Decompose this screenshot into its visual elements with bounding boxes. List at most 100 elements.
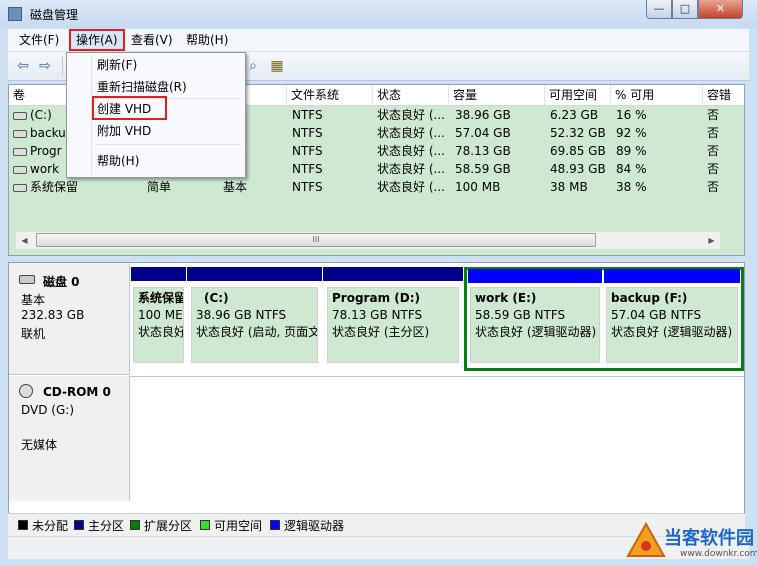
disk-type: 基本 bbox=[21, 293, 46, 307]
title-bar: 磁盘管理 — □ ✕ bbox=[0, 0, 757, 28]
brand-logo-icon bbox=[626, 521, 666, 558]
minimize-button[interactable]: — bbox=[646, 0, 672, 19]
partition-body: 系统保留 100 ME 状态良好 bbox=[133, 287, 184, 363]
menu-help[interactable]: 帮助(H) bbox=[181, 31, 233, 49]
legend-swatch-unallocated bbox=[18, 520, 28, 530]
volume-fs: NTFS bbox=[292, 108, 323, 122]
col-pct-free[interactable]: % 可用 bbox=[611, 85, 703, 105]
partition-title: work (E:) bbox=[475, 291, 537, 305]
volume-status: 状态良好 (... bbox=[377, 162, 445, 176]
partition-body: backup (F:) 57.04 GB NTFS 状态良好 (逻辑驱动器) bbox=[606, 287, 738, 363]
volume-fault: 否 bbox=[707, 144, 720, 158]
volume-fs: NTFS bbox=[292, 126, 323, 140]
partition-size: 57.04 GB NTFS bbox=[611, 308, 702, 322]
menu-view[interactable]: 查看(V) bbox=[126, 31, 178, 49]
volume-fault: 否 bbox=[707, 126, 720, 140]
horizontal-scrollbar[interactable]: ◀ III ▶ bbox=[16, 232, 720, 249]
brand-watermark: 当客软件园 bbox=[664, 528, 754, 549]
menu-item-rescan[interactable]: 重新扫描磁盘(R) bbox=[97, 77, 187, 97]
legend-label: 未分配 bbox=[32, 519, 69, 533]
disk-0-info[interactable]: 磁盘 0 基本 232.83 GB 联机 bbox=[9, 263, 130, 375]
partition-bar bbox=[187, 267, 322, 281]
cdrom-media: 无媒体 bbox=[21, 438, 58, 452]
volume-pct: 16 % bbox=[616, 108, 647, 122]
partition-status: 状态良好 (逻辑驱动器) bbox=[611, 325, 733, 339]
volume-fault: 否 bbox=[707, 162, 720, 176]
volume-icon bbox=[13, 129, 27, 138]
partition-status: 状态良好 (逻辑驱动器) bbox=[475, 325, 597, 339]
volume-free: 48.93 GB bbox=[550, 162, 606, 176]
legend-swatch-logical bbox=[270, 520, 280, 530]
partition-status: 状态良好 (主分区) bbox=[332, 325, 430, 339]
menu-item-refresh[interactable]: 刷新(F) bbox=[97, 55, 137, 75]
col-fault[interactable]: 容错 bbox=[703, 85, 744, 105]
forward-arrow-icon[interactable]: ⇨ bbox=[36, 58, 54, 74]
volume-icon bbox=[13, 183, 27, 192]
volume-pct: 38 % bbox=[616, 180, 647, 194]
magnifier-icon[interactable]: ⌕ bbox=[244, 58, 262, 74]
scroll-right-icon[interactable]: ▶ bbox=[703, 232, 720, 249]
cdrom-0-info[interactable]: CD-ROM 0 DVD (G:) 无媒体 bbox=[9, 376, 130, 501]
volume-capacity: 58.59 GB bbox=[455, 162, 511, 176]
menu-action[interactable]: 操作(A) bbox=[69, 29, 125, 51]
menu-file[interactable]: 文件(F) bbox=[14, 31, 64, 49]
disk-management-icon bbox=[8, 7, 22, 21]
brand-url: www.downkr.com bbox=[680, 549, 757, 559]
legend-label: 可用空间 bbox=[214, 519, 263, 533]
partition-size: 38.96 GB NTFS bbox=[196, 308, 287, 322]
volume-fs: NTFS bbox=[292, 144, 323, 158]
volume-fault: 否 bbox=[707, 108, 720, 122]
partition-status: 状态良好 bbox=[138, 325, 184, 339]
legend-label: 扩展分区 bbox=[144, 519, 193, 533]
volume-fault: 否 bbox=[707, 180, 720, 194]
partition-bar bbox=[323, 267, 463, 281]
partition-bar bbox=[604, 269, 740, 283]
partition-d[interactable]: Program (D:) 78.13 GB NTFS 状态良好 (主分区) bbox=[323, 267, 463, 367]
partition-title: 系统保留 bbox=[138, 291, 184, 305]
disk-name: 磁盘 0 bbox=[43, 275, 80, 289]
scroll-left-icon[interactable]: ◀ bbox=[16, 232, 33, 249]
volume-status: 状态良好 (... bbox=[377, 180, 445, 194]
properties-icon[interactable]: ▦ bbox=[268, 58, 286, 74]
disk-graphical-view: 磁盘 0 基本 232.83 GB 联机 系统保留 100 ME 状态良好 (C… bbox=[8, 262, 745, 542]
maximize-button[interactable]: □ bbox=[672, 0, 698, 19]
volume-icon bbox=[13, 147, 27, 156]
col-status[interactable]: 状态 bbox=[373, 85, 449, 105]
volume-pct: 92 % bbox=[616, 126, 647, 140]
partition-body: work (E:) 58.59 GB NTFS 状态良好 (逻辑驱动器) bbox=[470, 287, 600, 363]
partition-f[interactable]: backup (F:) 57.04 GB NTFS 状态良好 (逻辑驱动器) bbox=[604, 269, 740, 367]
volume-free: 69.85 GB bbox=[550, 144, 606, 158]
volume-pct: 89 % bbox=[616, 144, 647, 158]
hard-disk-icon bbox=[19, 275, 35, 284]
partition-system-reserved[interactable]: 系统保留 100 ME 状态良好 bbox=[131, 267, 186, 367]
volume-status: 状态良好 (... bbox=[377, 144, 445, 158]
volume-type: 基本 bbox=[223, 180, 248, 194]
partition-status: 状态良好 (启动, 页面文 bbox=[196, 325, 318, 339]
menu-bar: 文件(F) 操作(A) 查看(V) 帮助(H) bbox=[8, 29, 749, 51]
partition-e[interactable]: work (E:) 58.59 GB NTFS 状态良好 (逻辑驱动器) bbox=[468, 269, 602, 367]
partition-title: (C:) bbox=[204, 291, 229, 305]
volume-status: 状态良好 (... bbox=[377, 126, 445, 140]
volume-status: 状态良好 (... bbox=[377, 108, 445, 122]
menu-item-help[interactable]: 帮助(H) bbox=[97, 151, 139, 171]
col-capacity[interactable]: 容量 bbox=[449, 85, 545, 105]
partition-size: 78.13 GB NTFS bbox=[332, 308, 423, 322]
col-free[interactable]: 可用空间 bbox=[545, 85, 611, 105]
table-row[interactable]: 系统保留 简单 基本 NTFS 状态良好 (... 100 MB 38 MB 3… bbox=[9, 178, 744, 196]
partition-c[interactable]: (C:) 38.96 GB NTFS 状态良好 (启动, 页面文 bbox=[187, 267, 322, 367]
legend-swatch-primary bbox=[74, 520, 84, 530]
partition-size: 58.59 GB NTFS bbox=[475, 308, 566, 322]
back-arrow-icon[interactable]: ⇦ bbox=[14, 58, 32, 74]
disk-state: 联机 bbox=[21, 327, 46, 341]
close-button[interactable]: ✕ bbox=[698, 0, 743, 19]
scroll-thumb[interactable]: III bbox=[36, 233, 596, 247]
volume-fs: NTFS bbox=[292, 180, 323, 194]
cdrom-icon bbox=[19, 384, 33, 398]
volume-capacity: 100 MB bbox=[455, 180, 501, 194]
cdrom-drive: DVD (G:) bbox=[21, 403, 74, 417]
menu-item-attach-vhd[interactable]: 附加 VHD bbox=[97, 121, 151, 141]
volume-icon bbox=[13, 111, 27, 120]
col-filesystem[interactable]: 文件系统 bbox=[287, 85, 373, 105]
cdrom-name: CD-ROM 0 bbox=[43, 385, 111, 399]
partition-bar bbox=[131, 267, 186, 281]
